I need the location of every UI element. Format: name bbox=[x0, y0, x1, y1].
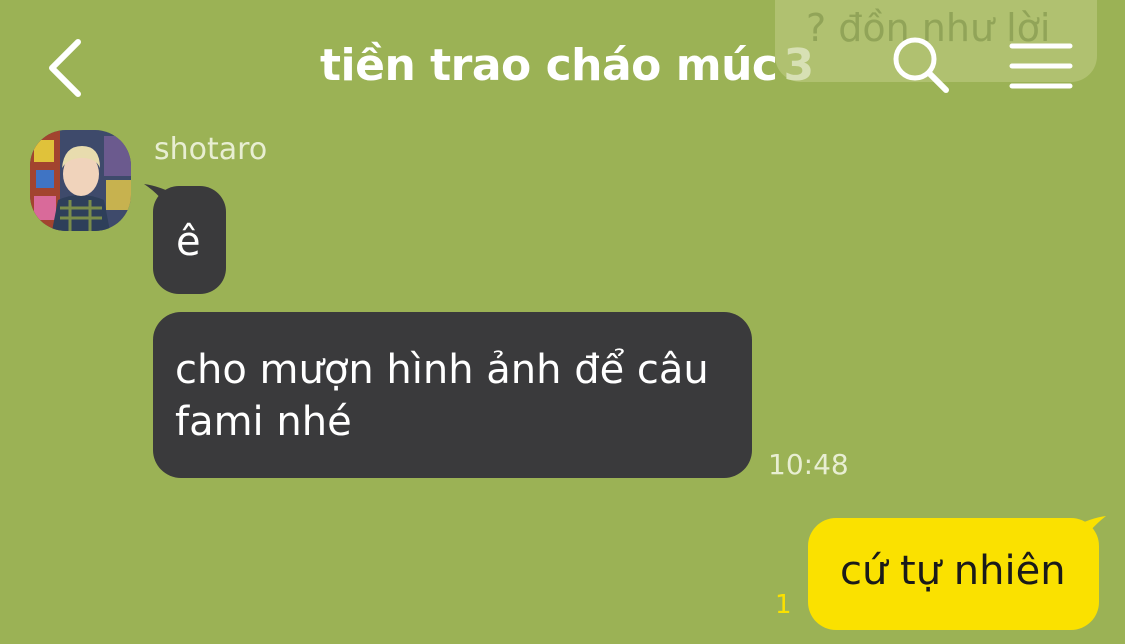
chevron-left-icon bbox=[49, 39, 81, 97]
avatar-photo bbox=[30, 130, 131, 231]
chat-title: tiền trao cháo múc 3 bbox=[320, 40, 814, 91]
sender-avatar[interactable] bbox=[30, 130, 131, 231]
incoming-message-bubble[interactable]: cho mượn hình ảnh để câu fami nhé bbox=[153, 312, 752, 478]
back-button[interactable] bbox=[38, 36, 98, 100]
member-count: 3 bbox=[783, 40, 814, 91]
sender-name: shotaro bbox=[154, 132, 268, 167]
message-text: cho mượn hình ảnh để câu fami nhé bbox=[175, 347, 709, 445]
hamburger-menu-icon bbox=[1009, 43, 1073, 89]
incoming-message-bubble[interactable]: ê bbox=[153, 186, 226, 294]
search-button[interactable] bbox=[890, 34, 952, 96]
search-icon bbox=[893, 37, 949, 93]
message-text: ê bbox=[176, 219, 201, 265]
unread-count: 1 bbox=[775, 590, 792, 620]
menu-button[interactable] bbox=[1004, 38, 1076, 94]
message-timestamp: 10:48 bbox=[768, 448, 849, 481]
chat-screen: ? đồn như lời tiền trao cháo múc 3 shota… bbox=[0, 0, 1125, 644]
chat-room-name: tiền trao cháo múc bbox=[320, 40, 778, 91]
message-text: cứ tự nhiên bbox=[840, 548, 1066, 594]
outgoing-message-bubble[interactable]: cứ tự nhiên bbox=[808, 518, 1099, 630]
